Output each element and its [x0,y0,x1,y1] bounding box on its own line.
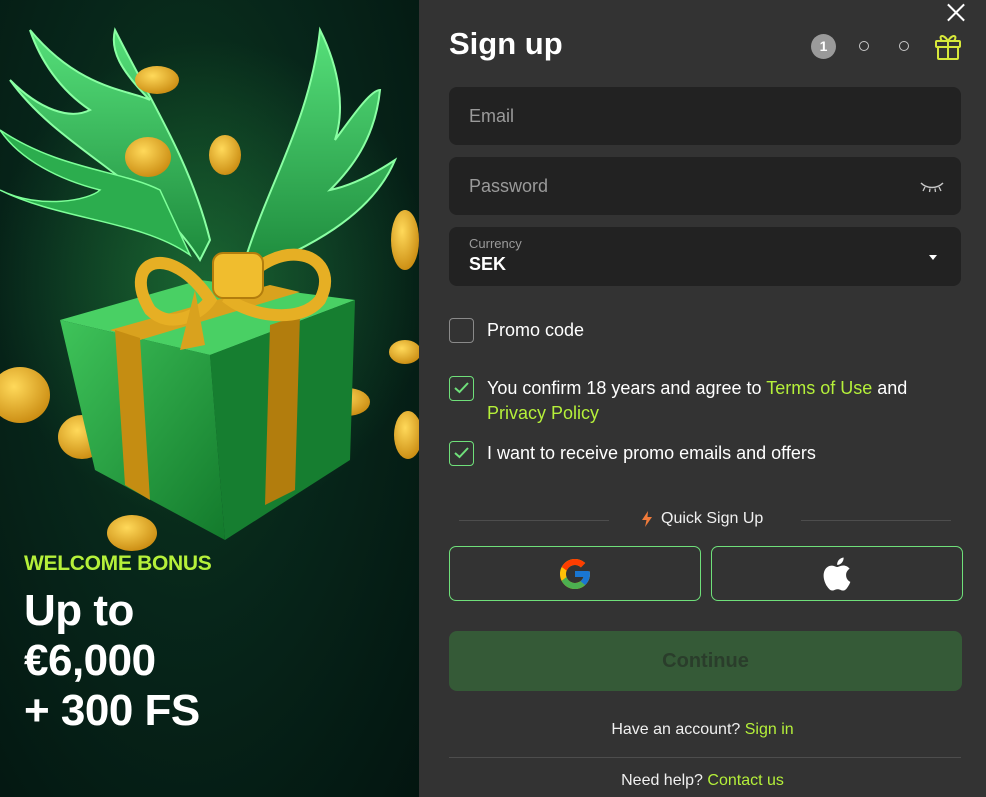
bonus-amount: Up to €6,000 + 300 FS [24,586,200,736]
divider-right [801,520,951,521]
terms-and: and [877,378,908,398]
bonus-amount-line-3: + 300 FS [24,686,200,735]
need-help-text: Need help? [621,772,703,789]
apple-signup-button[interactable] [711,546,963,601]
promo-emails-label: I want to receive promo emails and offer… [487,443,816,463]
sign-in-link[interactable]: Sign in [745,721,794,738]
promo-code-label: Promo code [487,320,585,340]
email-field[interactable] [449,87,961,145]
continue-button[interactable]: Continue [449,631,962,691]
gift-icon [935,35,961,60]
terms-label: You confirm 18 years and agree to Terms … [487,376,949,426]
promo-emails-row: I want to receive promo emails and offer… [449,441,816,466]
bonus-amount-line-2: €6,000 [24,636,156,685]
welcome-bonus-label: WELCOME BONUS [24,552,212,575]
quick-signup-label: Quick Sign Up [661,510,764,527]
contact-us-link[interactable]: Contact us [707,772,783,789]
close-button[interactable] [946,2,966,22]
google-signup-button[interactable] [449,546,701,601]
check-icon [454,447,469,459]
terms-row: You confirm 18 years and agree to Terms … [449,376,949,426]
email-field-container [449,87,961,145]
divider-left [459,520,609,521]
check-icon [454,382,469,394]
have-account-text: Have an account? [611,721,741,738]
terms-prefix: You confirm 18 years and agree to [487,378,762,398]
privacy-policy-link[interactable]: Privacy Policy [487,403,599,423]
quick-signup-heading: Quick Sign Up [641,510,763,528]
terms-of-use-link[interactable]: Terms of Use [766,378,872,398]
currency-select[interactable]: Currency SEK [449,227,961,286]
password-field-container [449,157,961,215]
promo-code-row: Promo code [449,318,584,343]
footer-divider [449,757,961,758]
google-icon [560,558,590,589]
currency-value: SEK [469,254,507,274]
need-help-row: Need help? Contact us [419,772,986,790]
step-indicator: 1 [811,33,963,63]
bonus-amount-line-1: Up to [24,586,134,635]
password-field[interactable] [449,157,961,215]
promo-emails-checkbox[interactable] [449,441,474,466]
apple-icon [823,556,851,591]
step-1-active: 1 [811,34,836,59]
page-title: Sign up [449,26,563,61]
caret-down-icon [929,255,937,260]
promo-code-checkbox[interactable] [449,318,474,343]
step-3-dot [899,41,909,51]
lightning-icon [642,511,652,527]
eye-closed-icon[interactable] [919,179,945,193]
gift-with-wings-illustration [0,26,419,551]
step-2-dot [859,41,869,51]
terms-checkbox[interactable] [449,376,474,401]
have-account-row: Have an account? Sign in [419,721,986,739]
currency-label: Currency [469,236,522,251]
promo-panel: WELCOME BONUS Up to €6,000 + 300 FS [0,0,419,797]
signup-form-panel: Sign up 1 Currency SEK Promo code [419,0,986,797]
